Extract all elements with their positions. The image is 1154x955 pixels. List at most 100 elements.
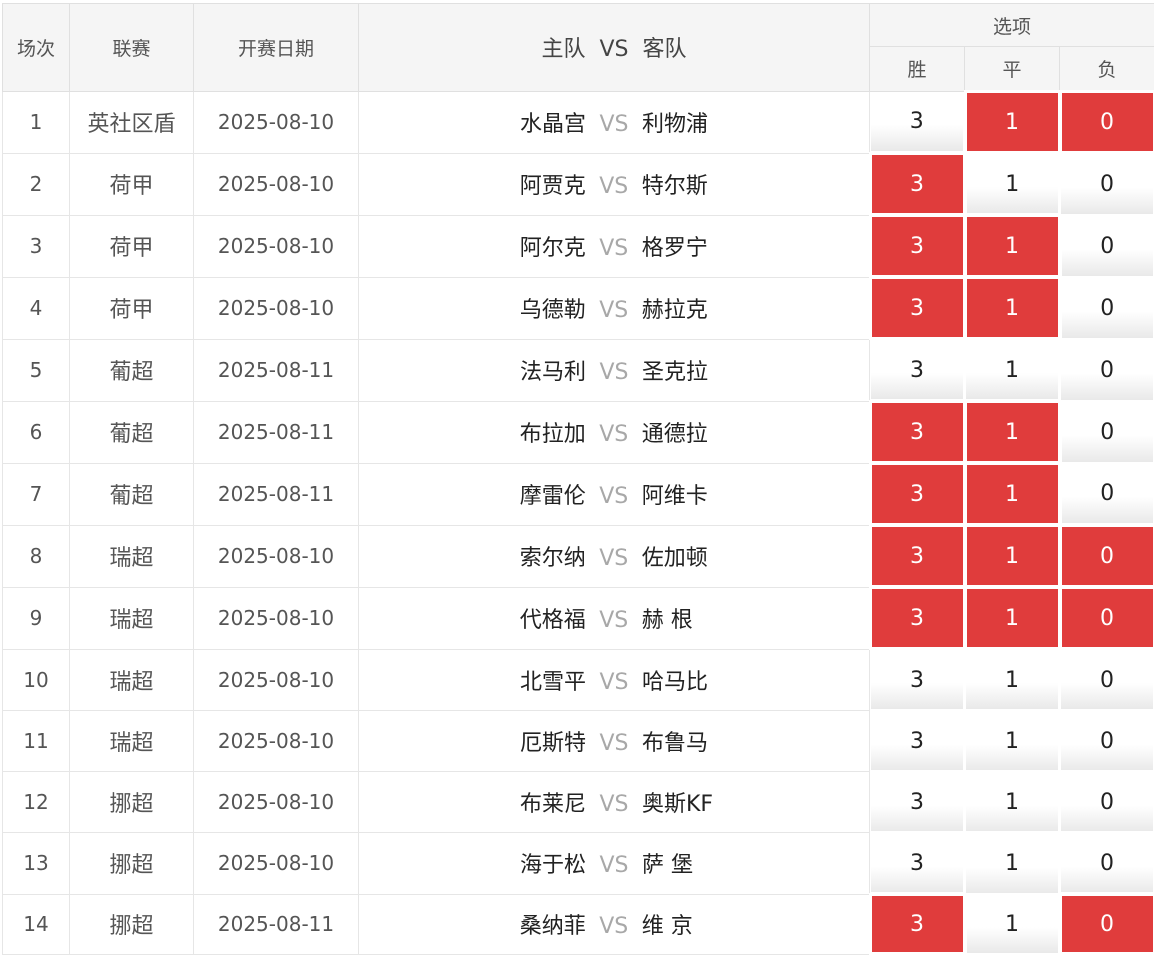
- vs-label: VS: [586, 174, 642, 199]
- option-lose-button[interactable]: 0: [1060, 587, 1154, 649]
- away-team: 阿维卡: [642, 478, 722, 510]
- table-row: 13 挪超 2025-08-10 海于松VS萨 堡 3 1 0: [3, 833, 1154, 895]
- table-row: 5 葡超 2025-08-11 法马利VS圣克拉 3 1 0: [3, 339, 1154, 401]
- option-lose-button[interactable]: 0: [1060, 91, 1154, 153]
- option-win-button[interactable]: 3: [870, 277, 965, 339]
- match-number: 8: [3, 525, 70, 587]
- table-row: 10 瑞超 2025-08-10 北雪平VS哈马比 3 1 0: [3, 649, 1154, 711]
- option-draw-button[interactable]: 1: [965, 772, 1060, 833]
- option-win-button[interactable]: 3: [870, 215, 965, 277]
- option-draw-button[interactable]: 1: [965, 894, 1060, 954]
- option-win-button[interactable]: 3: [870, 153, 965, 215]
- away-team: 萨 堡: [642, 847, 722, 879]
- option-lose-button[interactable]: 0: [1060, 463, 1154, 525]
- match-date: 2025-08-10: [194, 215, 359, 277]
- away-team: 利物浦: [642, 106, 722, 138]
- header-option-draw: 平: [965, 47, 1060, 92]
- option-win-button[interactable]: 3: [870, 401, 965, 463]
- league-name: 瑞超: [70, 525, 194, 587]
- option-win-button[interactable]: 3: [870, 833, 965, 895]
- table-row: 11 瑞超 2025-08-10 厄斯特VS布鲁马 3 1 0: [3, 711, 1154, 772]
- vs-label: VS: [586, 360, 642, 385]
- option-draw-button[interactable]: 1: [965, 525, 1060, 587]
- away-team: 佐加顿: [642, 540, 722, 572]
- option-win-button[interactable]: 3: [870, 711, 965, 772]
- match-date: 2025-08-10: [194, 525, 359, 587]
- option-lose-button[interactable]: 0: [1060, 401, 1154, 463]
- away-team: 哈马比: [642, 664, 722, 696]
- match-number: 1: [3, 91, 70, 153]
- header-match-label: 主队 VS 客队: [542, 37, 687, 62]
- league-name: 英社区盾: [70, 91, 194, 153]
- option-lose-button[interactable]: 0: [1060, 339, 1154, 401]
- option-win-button[interactable]: 3: [870, 91, 965, 153]
- option-draw-button[interactable]: 1: [965, 153, 1060, 215]
- home-team: 厄斯特: [506, 725, 586, 757]
- option-lose-button[interactable]: 0: [1060, 833, 1154, 895]
- match-teams: 桑纳菲VS维 京: [359, 894, 870, 954]
- match-teams: 海于松VS萨 堡: [359, 833, 870, 895]
- league-name: 瑞超: [70, 649, 194, 711]
- option-lose-button[interactable]: 0: [1060, 215, 1154, 277]
- vs-label: VS: [586, 914, 642, 939]
- option-draw-button[interactable]: 1: [965, 277, 1060, 339]
- option-win-button[interactable]: 3: [870, 649, 965, 711]
- away-team: 特尔斯: [642, 168, 722, 200]
- option-lose-button[interactable]: 0: [1060, 894, 1154, 954]
- table-body: 1 英社区盾 2025-08-10 水晶宫VS利物浦 3 1 0 2 荷甲 20…: [3, 91, 1154, 954]
- option-draw-button[interactable]: 1: [965, 463, 1060, 525]
- option-lose-button[interactable]: 0: [1060, 277, 1154, 339]
- away-team: 赫 根: [642, 602, 722, 634]
- match-date: 2025-08-10: [194, 587, 359, 649]
- option-lose-button[interactable]: 0: [1060, 525, 1154, 587]
- header-league: 联赛: [70, 4, 194, 92]
- option-draw-button[interactable]: 1: [965, 215, 1060, 277]
- option-draw-button[interactable]: 1: [965, 711, 1060, 772]
- option-draw-button[interactable]: 1: [965, 649, 1060, 711]
- option-draw-button[interactable]: 1: [965, 401, 1060, 463]
- vs-label: VS: [586, 853, 642, 878]
- match-number: 6: [3, 401, 70, 463]
- option-draw-button[interactable]: 1: [965, 587, 1060, 649]
- match-teams: 阿尔克VS格罗宁: [359, 215, 870, 277]
- match-date: 2025-08-10: [194, 153, 359, 215]
- option-win-button[interactable]: 3: [870, 339, 965, 401]
- home-team: 摩雷伦: [506, 478, 586, 510]
- home-team: 布莱尼: [506, 786, 586, 818]
- option-win-button[interactable]: 3: [870, 894, 965, 954]
- home-team: 水晶宫: [506, 106, 586, 138]
- match-number: 9: [3, 587, 70, 649]
- option-win-button[interactable]: 3: [870, 587, 965, 649]
- away-team: 布鲁马: [642, 725, 722, 757]
- home-team: 索尔纳: [506, 540, 586, 572]
- away-team: 奥斯KF: [642, 786, 722, 818]
- option-lose-button[interactable]: 0: [1060, 649, 1154, 711]
- vs-label: VS: [586, 792, 642, 817]
- option-draw-button[interactable]: 1: [965, 91, 1060, 153]
- match-teams: 乌德勒VS赫拉克: [359, 277, 870, 339]
- table-row: 3 荷甲 2025-08-10 阿尔克VS格罗宁 3 1 0: [3, 215, 1154, 277]
- option-lose-button[interactable]: 0: [1060, 772, 1154, 833]
- home-team: 阿贾克: [506, 168, 586, 200]
- match-date: 2025-08-10: [194, 91, 359, 153]
- match-teams: 法马利VS圣克拉: [359, 339, 870, 401]
- vs-label: VS: [586, 422, 642, 447]
- match-date: 2025-08-10: [194, 772, 359, 833]
- home-team: 阿尔克: [506, 230, 586, 262]
- match-teams: 索尔纳VS佐加顿: [359, 525, 870, 587]
- option-draw-button[interactable]: 1: [965, 833, 1060, 895]
- match-teams: 布拉加VS通德拉: [359, 401, 870, 463]
- option-win-button[interactable]: 3: [870, 525, 965, 587]
- option-lose-button[interactable]: 0: [1060, 153, 1154, 215]
- match-number: 7: [3, 463, 70, 525]
- header-index: 场次: [3, 4, 70, 92]
- home-team: 法马利: [506, 354, 586, 386]
- option-win-button[interactable]: 3: [870, 463, 965, 525]
- header-option-win: 胜: [870, 47, 965, 92]
- option-draw-button[interactable]: 1: [965, 339, 1060, 401]
- table-header: 场次 联赛 开赛日期 主队 VS 客队 选项 胜 平 负: [3, 4, 1154, 92]
- option-lose-button[interactable]: 0: [1060, 711, 1154, 772]
- match-teams: 水晶宫VS利物浦: [359, 91, 870, 153]
- match-date: 2025-08-10: [194, 711, 359, 772]
- option-win-button[interactable]: 3: [870, 772, 965, 833]
